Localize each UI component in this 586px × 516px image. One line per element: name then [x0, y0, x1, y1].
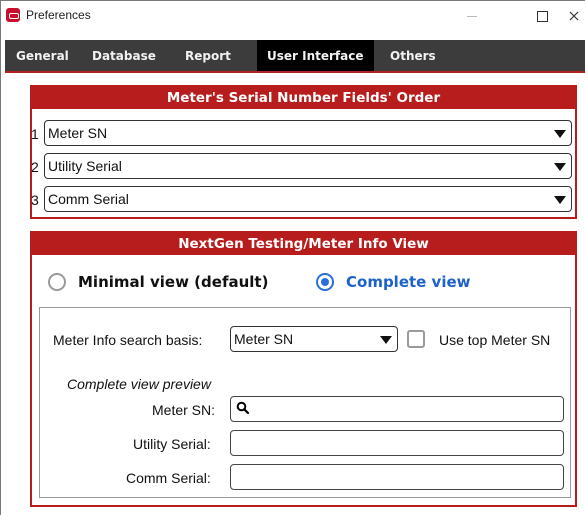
radio-minimal-label: Minimal view (default)	[78, 273, 269, 291]
combo-value: Meter SN	[234, 331, 294, 347]
chevron-down-icon	[554, 130, 566, 138]
nextgen-header: NextGen Testing/Meter Info View	[32, 233, 575, 255]
tab-report[interactable]: Report	[185, 40, 231, 71]
maximize-button[interactable]	[527, 5, 557, 27]
window-title: Preferences	[26, 8, 91, 22]
chevron-down-icon	[554, 196, 566, 204]
preview-title: Complete view preview	[67, 376, 211, 392]
utility-serial-input[interactable]	[230, 430, 564, 456]
comm-serial-combo[interactable]: Comm Serial	[44, 186, 572, 212]
tab-bar: General Database Report User Interface O…	[5, 40, 585, 71]
title-bar: Preferences	[1, 1, 585, 31]
comm-serial-label: Comm Serial:	[126, 470, 211, 486]
serial-order-row-1: 1 Meter SN	[31, 120, 579, 148]
minimize-button[interactable]	[457, 5, 487, 27]
chevron-down-icon	[554, 163, 566, 171]
combo-value: Meter SN	[48, 125, 108, 141]
meter-sn-label: Meter SN:	[152, 402, 216, 418]
use-top-meter-sn-label: Use top Meter SN	[439, 332, 551, 348]
close-icon	[569, 11, 579, 21]
row-number: 1	[31, 126, 39, 142]
meter-sn-search-input[interactable]	[230, 396, 564, 422]
meter-sn-combo[interactable]: Meter SN	[44, 120, 572, 146]
tab-user-interface[interactable]: User Interface	[257, 40, 374, 71]
tab-divider	[5, 71, 585, 73]
app-logo-icon	[6, 8, 20, 22]
radio-selected-icon	[316, 273, 334, 291]
tab-database[interactable]: Database	[92, 40, 156, 71]
tab-others[interactable]: Others	[390, 40, 436, 71]
radio-unselected-icon	[48, 273, 66, 291]
utility-serial-label: Utility Serial:	[133, 436, 211, 452]
radio-complete-view[interactable]: Complete view	[316, 273, 471, 291]
search-basis-label: Meter Info search basis:	[53, 332, 203, 348]
serial-order-row-2: 2 Utility Serial	[31, 153, 579, 181]
use-top-meter-sn-checkbox[interactable]	[407, 330, 425, 348]
preferences-window: Preferences General Database Report User…	[0, 0, 585, 515]
close-button[interactable]	[561, 5, 586, 27]
row-number: 2	[31, 159, 39, 175]
row-number: 3	[31, 192, 39, 208]
chevron-down-icon	[380, 336, 392, 344]
search-icon	[236, 401, 250, 415]
view-settings-box: Meter Info search basis: Meter SN Use to…	[39, 307, 571, 498]
comm-serial-input[interactable]	[230, 464, 564, 490]
utility-serial-combo[interactable]: Utility Serial	[44, 153, 572, 179]
serial-order-header: Meter's Serial Number Fields' Order	[32, 87, 575, 109]
serial-order-row-3: 3 Comm Serial	[31, 186, 579, 214]
radio-minimal-view[interactable]: Minimal view (default)	[48, 273, 268, 291]
combo-value: Comm Serial	[48, 191, 129, 207]
search-basis-combo[interactable]: Meter SN	[230, 326, 398, 352]
tab-general[interactable]: General	[16, 40, 69, 71]
combo-value: Utility Serial	[48, 158, 122, 174]
serial-order-group: Meter's Serial Number Fields' Order 1 Me…	[30, 85, 577, 219]
radio-complete-label: Complete view	[346, 273, 471, 291]
